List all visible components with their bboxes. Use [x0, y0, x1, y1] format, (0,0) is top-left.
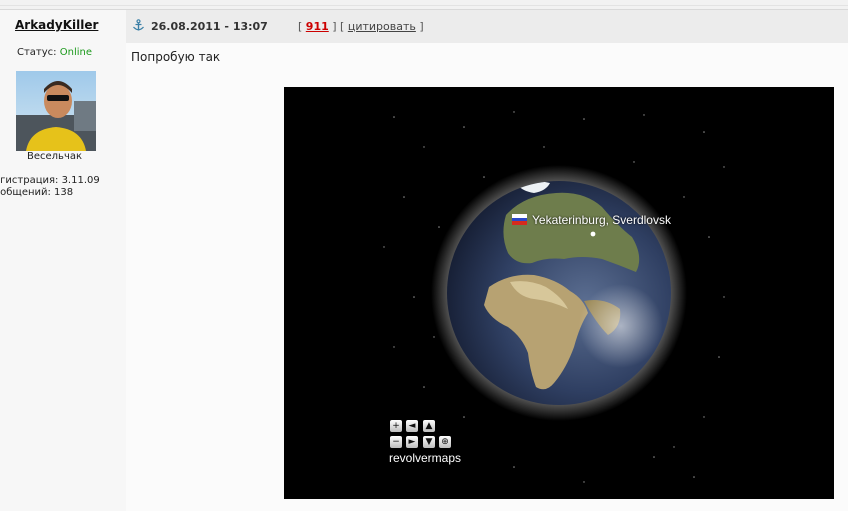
message-count: ообщений: 138	[0, 187, 74, 198]
top-strip	[0, 0, 848, 10]
status-online: Online	[59, 47, 92, 58]
author-stats: егистрация: 3.11.09 ообщений: 138	[0, 175, 100, 199]
registration-date: егистрация: 3.11.09	[0, 175, 100, 186]
visitor-dot	[590, 231, 596, 237]
rotate-up-icon[interactable]: ▲	[423, 420, 435, 432]
globe-graphic	[383, 111, 725, 483]
rotate-right-icon[interactable]: ►	[406, 436, 418, 448]
rotate-down-icon[interactable]: ▼	[423, 436, 435, 448]
avatar	[16, 71, 96, 151]
status-label: Статус:	[17, 47, 57, 58]
zoom-in-icon[interactable]: +	[390, 420, 402, 432]
post-date: 26.08.2011 - 13:07	[151, 20, 268, 33]
post-links: [ 911 ] [ цитировать ]	[298, 20, 424, 33]
visitor-location-label: Yekaterinburg, Sverdlovsk	[532, 213, 671, 227]
quote-link[interactable]: цитировать	[348, 20, 416, 33]
author-username-link[interactable]: ArkadyKiller	[15, 18, 98, 32]
author-status: Статус: Online	[17, 47, 92, 58]
rotate-left-icon[interactable]: ◄	[406, 420, 418, 432]
zoom-out-icon[interactable]: −	[390, 436, 402, 448]
post-number-link[interactable]: 911	[306, 20, 329, 33]
author-rank: Весельчак	[27, 151, 83, 162]
revolvermaps-widget[interactable]: Yekaterinburg, Sverdlovsk + ◄ ▲ − ► ▼ ⊕ …	[284, 87, 834, 499]
center-view-icon[interactable]: ⊕	[439, 436, 451, 448]
russia-flag-icon	[512, 214, 527, 225]
anchor-icon[interactable]	[132, 19, 145, 32]
post-message-text: Попробую так	[131, 50, 221, 64]
revolvermaps-brand-link[interactable]: revolvermaps	[389, 451, 461, 465]
